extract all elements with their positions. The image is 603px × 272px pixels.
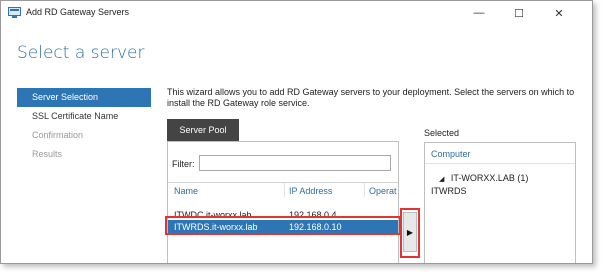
highlight-box-selected-row <box>165 216 401 235</box>
add-rd-gateway-window: Add RD Gateway Servers — ☐ ✕ Select a se… <box>0 0 593 264</box>
nav-item-confirmation: Confirmation <box>32 130 84 140</box>
column-header-name[interactable]: Name <box>174 186 198 196</box>
selected-group[interactable]: ◢ IT-WORXX.LAB (1) <box>439 173 528 183</box>
column-divider[interactable] <box>364 183 365 197</box>
page-title: Select a server <box>17 43 145 63</box>
filter-label: Filter: <box>172 159 195 169</box>
server-icon <box>8 7 21 19</box>
wizard-nav: Server Selection SSL Certificate Name Co… <box>17 88 151 164</box>
selected-label: Selected <box>424 128 460 138</box>
filter-input[interactable] <box>199 155 391 171</box>
pool-column-headers: Name IP Address Operat <box>168 182 398 199</box>
server-pool-panel: Filter: Name IP Address Operat ITWDC.it-… <box>167 141 399 263</box>
column-header-ip-address[interactable]: IP Address <box>289 186 332 196</box>
column-header-computer[interactable]: Computer <box>431 149 471 159</box>
maximize-button[interactable]: ☐ <box>499 1 539 25</box>
nav-item-ssl-certificate-name[interactable]: SSL Certificate Name <box>17 107 151 126</box>
tab-server-pool[interactable]: Server Pool <box>167 119 239 141</box>
column-header-operating-system[interactable]: Operat <box>369 186 397 196</box>
selected-list: Computer ◢ IT-WORXX.LAB (1) ITWRDS <box>424 142 576 263</box>
selected-group-label: IT-WORXX.LAB (1) <box>450 173 529 183</box>
selected-item[interactable]: ITWRDS <box>431 186 467 196</box>
wizard-description: This wizard allows you to add RD Gateway… <box>167 87 575 108</box>
close-button[interactable]: ✕ <box>539 1 579 25</box>
nav-item-server-selection[interactable]: Server Selection <box>17 88 151 107</box>
title-bar: Add RD Gateway Servers — ☐ ✕ <box>1 1 592 25</box>
highlight-box-add-button <box>400 208 420 258</box>
window-title: Add RD Gateway Servers <box>26 7 130 17</box>
column-divider[interactable] <box>284 183 285 197</box>
nav-item-results: Results <box>32 149 63 159</box>
triangle-expanded-icon[interactable]: ◢ <box>439 176 444 183</box>
header-divider <box>425 163 575 164</box>
minimize-button[interactable]: — <box>459 1 499 25</box>
